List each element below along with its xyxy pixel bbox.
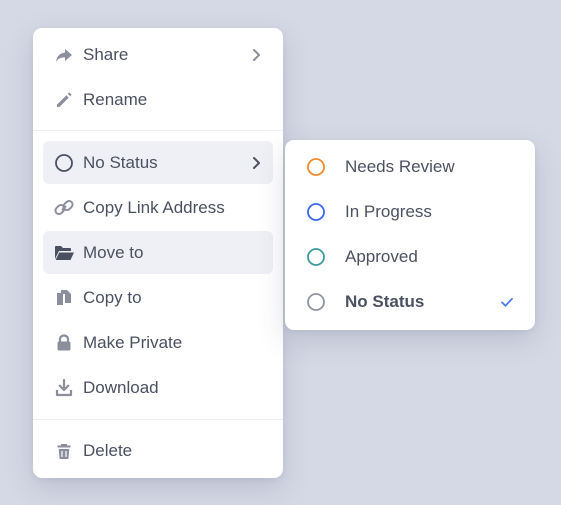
menu-item-label: Move to	[83, 242, 144, 262]
menu-item-label: Rename	[83, 89, 148, 109]
menu-divider	[33, 130, 283, 131]
chevron-right-icon	[249, 48, 263, 62]
menu-item-copy-to[interactable]: Copy to	[43, 276, 273, 319]
status-option-label: Approved	[345, 247, 418, 266]
menu-item-label: Delete	[83, 440, 133, 460]
menu-item-label: Copy Link Address	[83, 197, 225, 217]
folder-icon	[53, 242, 75, 264]
checkmark-icon	[499, 294, 515, 310]
menu-item-status[interactable]: No Status	[43, 141, 273, 184]
pencil-icon	[53, 89, 75, 111]
menu-item-label: Download	[83, 377, 159, 397]
status-circle-blue-icon	[305, 201, 327, 223]
status-option-no-status[interactable]: No Status	[295, 281, 525, 323]
status-option-in-progress[interactable]: In Progress	[295, 191, 525, 233]
link-icon	[53, 197, 75, 219]
status-option-label: Needs Review	[345, 157, 455, 176]
status-option-label: No Status	[345, 292, 425, 311]
lock-icon	[53, 332, 75, 354]
status-option-label: In Progress	[345, 202, 432, 221]
menu-item-move-to[interactable]: Move to	[43, 231, 273, 274]
chevron-right-icon	[249, 156, 263, 170]
menu-divider	[33, 419, 283, 420]
status-circle-gray-icon	[305, 291, 327, 313]
status-option-needs-review[interactable]: Needs Review	[295, 146, 525, 188]
menu-item-rename[interactable]: Rename	[43, 78, 273, 121]
copy-icon	[53, 287, 75, 309]
status-option-approved[interactable]: Approved	[295, 236, 525, 278]
menu-item-label: Copy to	[83, 287, 142, 307]
menu-item-label: No Status	[83, 152, 158, 172]
trash-icon	[53, 440, 75, 462]
status-submenu: Needs Review In Progress Approved No Sta…	[285, 140, 535, 330]
menu-item-make-private[interactable]: Make Private	[43, 321, 273, 364]
menu-item-label: Make Private	[83, 332, 183, 352]
status-circle-icon	[53, 152, 75, 174]
menu-item-download[interactable]: Download	[43, 366, 273, 409]
status-circle-teal-icon	[305, 246, 327, 268]
share-icon	[53, 44, 75, 66]
menu-item-delete[interactable]: Delete	[43, 429, 273, 472]
menu-item-label: Share	[83, 44, 129, 64]
status-circle-orange-icon	[305, 156, 327, 178]
menu-item-copy-link[interactable]: Copy Link Address	[43, 186, 273, 229]
menu-item-share[interactable]: Share	[43, 33, 273, 76]
download-icon	[53, 377, 75, 399]
context-menu: Share Rename No Status Copy Link Address…	[33, 28, 283, 478]
